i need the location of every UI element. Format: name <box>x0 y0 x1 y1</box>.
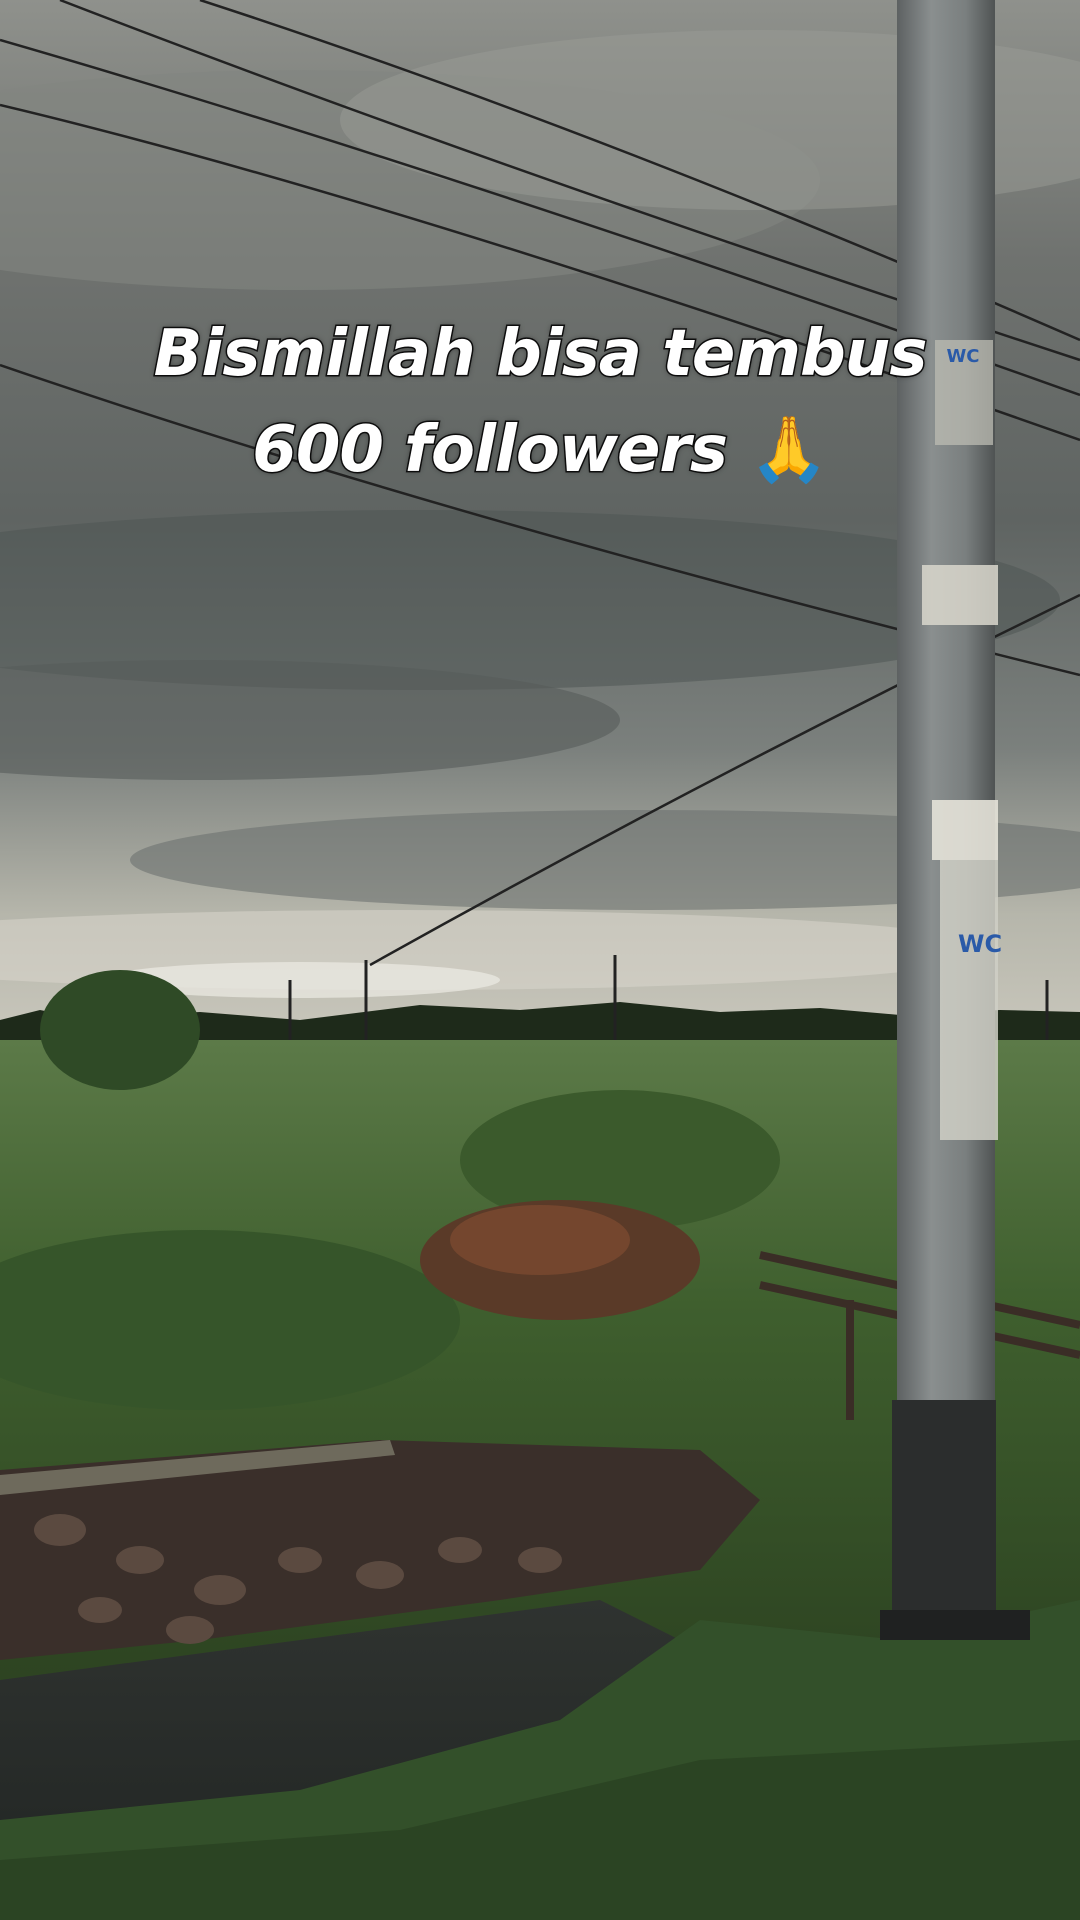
poster <box>940 860 998 1140</box>
pole-sign-mid-text: WC <box>958 930 1003 958</box>
praying-hands-icon: 🙏 <box>749 413 829 487</box>
poster <box>922 565 998 625</box>
photo-scene: WC WC Bismillah bisa tembus 600 follower… <box>0 0 1080 1920</box>
brush-pile <box>450 1205 630 1275</box>
pole-sign-mid: WC <box>958 930 1002 958</box>
caption-text-1: Bismillah bisa tembus <box>152 317 929 391</box>
caption-line-1: Bismillah bisa tembus <box>0 321 1080 388</box>
caption-text-2: 600 followers <box>251 413 730 487</box>
poster <box>932 800 998 860</box>
caption-line-2: 600 followers 🙏 <box>0 417 1080 484</box>
bush <box>40 970 200 1090</box>
landscape-photo <box>0 0 1080 1920</box>
